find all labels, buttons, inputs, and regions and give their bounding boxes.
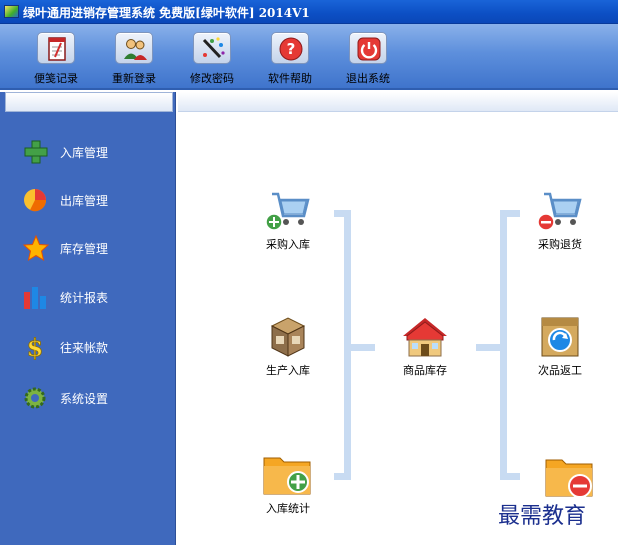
- sidebar-item-outbound[interactable]: 出库管理: [22, 185, 170, 215]
- relogin-button-label: 重新登录: [112, 72, 156, 85]
- purchase-in-label: 采购入库: [266, 238, 310, 251]
- exit-button[interactable]: 退出系统: [334, 30, 402, 86]
- purchase-return-label: 采购退货: [538, 238, 582, 251]
- inbound-stats-node[interactable]: 入库统计: [248, 450, 328, 516]
- inventory-node[interactable]: 商品库存: [385, 314, 465, 378]
- green-plus-icon: [24, 140, 48, 164]
- star-icon: [22, 235, 50, 261]
- sidebar-header: [5, 92, 173, 112]
- inbound-stats-label: 入库统计: [266, 502, 310, 515]
- production-in-label: 生产入库: [266, 364, 310, 377]
- relogin-button[interactable]: 重新登录: [100, 30, 168, 86]
- purchase-return-node[interactable]: 采购退货: [520, 188, 600, 252]
- connector-line: [344, 210, 351, 480]
- power-icon: [357, 37, 381, 61]
- sidebar-item-settings[interactable]: 系统设置: [22, 383, 170, 413]
- defect-rework-node[interactable]: 次品返工: [520, 314, 600, 378]
- house-icon: [403, 318, 447, 357]
- notepad-icon: [48, 37, 66, 61]
- users-icon: [124, 39, 147, 60]
- sidebar: 入库管理 出库管理 库存管理 统计报表 $ 往来帐款 系统设置: [0, 92, 176, 545]
- title-bar: 绿叶通用进销存管理系统 免费版[绿叶软件] 2014V1: [0, 0, 618, 24]
- sidebar-item-label: 入库管理: [60, 146, 109, 160]
- change-password-button-label: 修改密码: [190, 72, 234, 85]
- help-button[interactable]: ? 软件帮助: [256, 30, 324, 86]
- notepad-button[interactable]: 便笺记录: [22, 30, 90, 86]
- main-header: [178, 92, 618, 112]
- dollar-icon: $: [26, 334, 44, 360]
- package-icon: [270, 317, 306, 357]
- watermark: 最需教育: [498, 504, 587, 529]
- sidebar-item-inventory[interactable]: 库存管理: [22, 233, 170, 263]
- sidebar-item-inbound[interactable]: 入库管理: [22, 137, 170, 167]
- folder-remove-icon: [545, 459, 593, 498]
- connector-line: [500, 210, 507, 480]
- sidebar-item-label: 库存管理: [60, 242, 109, 256]
- pie-chart-icon: [24, 189, 47, 212]
- notepad-button-label: 便笺记录: [34, 72, 78, 85]
- connector-line: [500, 473, 520, 480]
- cart-remove-icon: [537, 192, 582, 231]
- sidebar-item-accounts[interactable]: $ 往来帐款: [22, 332, 170, 362]
- change-password-button[interactable]: 修改密码: [178, 30, 246, 86]
- sidebar-item-label: 出库管理: [60, 194, 109, 208]
- gear-icon: [24, 387, 46, 409]
- sidebar-item-label: 统计报表: [60, 291, 109, 305]
- exit-button-label: 退出系统: [346, 72, 390, 85]
- connector-line: [351, 344, 375, 351]
- sidebar-item-label: 往来帐款: [60, 341, 109, 355]
- help-button-label: 软件帮助: [268, 72, 312, 85]
- main-panel: 采购入库 生产入库 入库统计 商品库存 采购退货 次品返工: [178, 92, 618, 545]
- folder-add-icon: [263, 457, 311, 495]
- svg-text:?: ?: [287, 40, 296, 58]
- app-logo-icon: [4, 5, 19, 18]
- help-icon: ?: [279, 37, 303, 61]
- connector-line: [500, 210, 520, 217]
- toolbar: 便笺记录 重新登录 修改密码 ? 软件帮助 退出系统: [0, 24, 618, 90]
- purchase-in-node[interactable]: 采购入库: [248, 188, 328, 252]
- sidebar-item-reports[interactable]: 统计报表: [22, 282, 170, 312]
- connector-line: [334, 473, 351, 480]
- sidebar-item-label: 系统设置: [60, 392, 109, 406]
- inventory-label: 商品库存: [403, 364, 447, 377]
- bar-chart-icon: [24, 287, 46, 309]
- svg-text:$: $: [27, 334, 44, 360]
- production-in-node[interactable]: 生产入库: [248, 314, 328, 378]
- refresh-box-icon: [541, 317, 579, 357]
- window-title: 绿叶通用进销存管理系统 免费版[绿叶软件] 2014V1: [23, 6, 310, 20]
- password-icon: [202, 37, 225, 59]
- defect-rework-label: 次品返工: [538, 364, 582, 377]
- cart-add-icon: [265, 192, 310, 231]
